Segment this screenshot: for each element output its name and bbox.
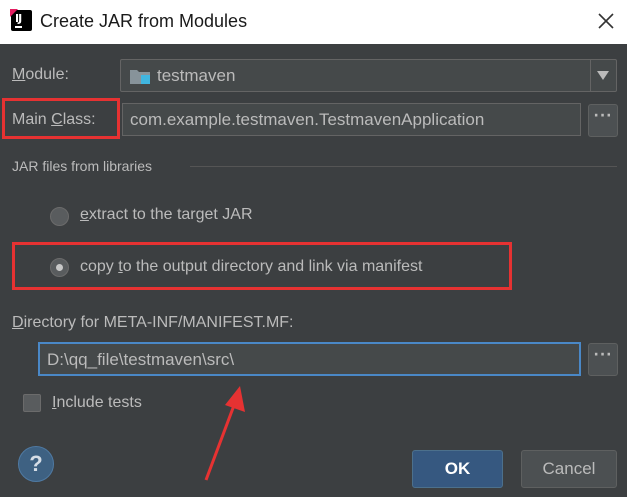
libraries-section-title: JAR files from libraries	[12, 158, 153, 174]
radio-copy[interactable]	[50, 258, 69, 277]
title-bar: IJ Create JAR from Modules	[0, 0, 627, 44]
help-button[interactable]: ?	[18, 446, 54, 482]
radio-extract[interactable]	[50, 207, 69, 226]
folder-module-icon	[130, 70, 150, 84]
browse-main-class-button[interactable]: ···	[588, 104, 618, 137]
radio-extract-label[interactable]: extract to the target JAR	[80, 206, 253, 224]
module-label: Module:	[12, 66, 69, 83]
main-class-value: com.example.testmaven.TestmavenApplicati…	[130, 110, 485, 129]
include-tests-label[interactable]: Include tests	[52, 394, 142, 412]
section-divider	[190, 166, 617, 167]
module-value: testmaven	[157, 66, 236, 85]
browse-directory-button[interactable]: ···	[588, 343, 618, 376]
chevron-down-icon	[597, 71, 609, 80]
intellij-idea-icon: IJ	[10, 9, 32, 31]
main-class-highlight-box	[2, 98, 120, 139]
include-tests-checkbox[interactable]	[23, 394, 41, 412]
manifest-directory-label: Directory for META-INF/MANIFEST.MF:	[12, 314, 294, 331]
radio-copy-label[interactable]: copy to the output directory and link vi…	[80, 258, 422, 276]
cancel-button[interactable]: Cancel	[521, 450, 617, 488]
close-icon[interactable]	[596, 11, 616, 31]
manifest-directory-value: D:\qq_file\testmaven\src\	[47, 350, 235, 369]
window-title: Create JAR from Modules	[40, 11, 248, 31]
annotation-arrow	[204, 386, 245, 481]
ok-button[interactable]: OK	[412, 450, 503, 488]
